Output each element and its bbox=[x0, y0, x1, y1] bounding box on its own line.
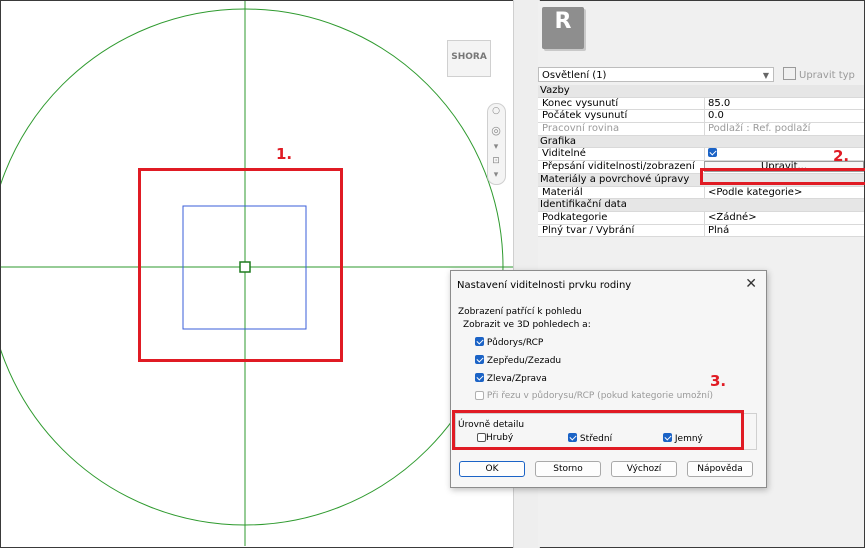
visible-checkbox[interactable] bbox=[708, 148, 717, 158]
property-value[interactable]: 85.0 bbox=[704, 97, 865, 110]
default-button[interactable]: Výchozí bbox=[611, 461, 677, 477]
property-row[interactable]: Podkategorie <Žádné> bbox=[538, 211, 865, 225]
view-cube-label: SHORA bbox=[451, 52, 487, 62]
checkbox-plan[interactable]: Půdorys/RCP bbox=[475, 337, 543, 348]
dialog-title: Nastavení viditelnosti prvku rodiny bbox=[457, 280, 632, 291]
property-label: Plný tvar / Vybrání bbox=[542, 224, 635, 236]
highlight-box-2 bbox=[700, 168, 865, 185]
property-value[interactable]: <Podle kategorie> bbox=[704, 186, 865, 199]
property-category-label: Grafika bbox=[540, 135, 577, 147]
property-row[interactable]: Pracovní rovina Podlaží : Ref. podlaží bbox=[538, 123, 864, 136]
checkbox-left-right-label: Zleva/Zprava bbox=[486, 374, 547, 384]
chevron-down-icon: ▼ bbox=[762, 71, 769, 80]
property-row[interactable]: Plný tvar / Vybrání Plná bbox=[538, 224, 865, 238]
checkbox-cut-label: Při řezu v půdorysu/RCP (pokud kategorie… bbox=[486, 391, 713, 401]
property-label: Podkategorie bbox=[542, 211, 608, 223]
property-row[interactable]: Konec vysunutí 85.0 bbox=[538, 97, 865, 111]
close-nav-icon[interactable]: ○ bbox=[491, 106, 501, 116]
property-label: Přepsání viditelnosti/zobrazení bbox=[542, 161, 695, 173]
checkbox-front-back-label: Zepředu/Zezadu bbox=[486, 356, 562, 366]
property-label: Počátek vysunutí bbox=[542, 110, 628, 122]
close-icon[interactable]: ✕ bbox=[745, 276, 757, 292]
type-selector[interactable]: Osvětlení (1) ▼ bbox=[538, 67, 774, 82]
dropdown-icon-2[interactable]: ▾ bbox=[491, 170, 501, 180]
checkbox-cut-box bbox=[475, 391, 484, 400]
property-category: Identifikační data bbox=[538, 199, 864, 212]
highlight-box-3 bbox=[452, 410, 744, 450]
property-value[interactable]: Plná bbox=[704, 224, 865, 237]
checkbox-cut-in-plan: Při řezu v půdorysu/RCP (pokud kategorie… bbox=[475, 391, 713, 401]
view-cube[interactable]: SHORA bbox=[447, 40, 491, 77]
checkbox-plan-label: Půdorys/RCP bbox=[486, 338, 544, 348]
property-value[interactable]: <Žádné> bbox=[704, 211, 865, 224]
checkbox-left-right[interactable]: Zleva/Zprava bbox=[475, 373, 547, 384]
navigation-bar[interactable]: ○ ◎ ▾ ⊡ ▾ bbox=[487, 103, 506, 185]
edit-type-button[interactable]: Upravit typ bbox=[783, 67, 855, 83]
revit-logo: R bbox=[542, 7, 584, 49]
type-selector-value: Osvětlení (1) bbox=[542, 70, 607, 81]
property-row[interactable]: Materiál <Podle kategorie> bbox=[538, 186, 865, 200]
property-value: Podlaží : Ref. podlaží bbox=[704, 123, 865, 135]
property-category-label: Materiály a povrchové úpravy bbox=[540, 173, 690, 185]
annotation-number-2: 2. bbox=[833, 147, 850, 165]
steering-wheel-icon[interactable]: ◎ bbox=[491, 125, 501, 136]
property-category: Vazby bbox=[538, 85, 864, 98]
property-label: Viditelné bbox=[542, 148, 586, 160]
property-category-label: Identifikační data bbox=[540, 199, 627, 211]
property-row[interactable]: Viditelné bbox=[538, 148, 864, 162]
property-label: Pracovní rovina bbox=[542, 123, 620, 135]
zoom-icon[interactable]: ⊡ bbox=[491, 156, 501, 166]
annotation-number-3: 3. bbox=[710, 372, 727, 390]
checkbox-left-right-box[interactable] bbox=[475, 373, 484, 382]
highlight-box-1 bbox=[138, 168, 343, 362]
logo-letter: R bbox=[554, 9, 572, 34]
property-category-label: Vazby bbox=[540, 85, 570, 96]
checkbox-front-back-box[interactable] bbox=[475, 355, 484, 364]
property-value[interactable]: 0.0 bbox=[704, 110, 865, 123]
3d-views-label: Zobrazit ve 3D pohledech a: bbox=[463, 320, 591, 330]
property-row[interactable]: Počátek vysunutí 0.0 bbox=[538, 110, 865, 124]
edit-type-icon bbox=[783, 67, 796, 80]
property-label: Materiál bbox=[542, 186, 583, 198]
cancel-button[interactable]: Storno bbox=[535, 461, 601, 477]
checkbox-plan-box[interactable] bbox=[475, 337, 484, 346]
edit-type-label: Upravit typ bbox=[799, 70, 855, 81]
checkbox-front-back[interactable]: Zepředu/Zezadu bbox=[475, 355, 561, 366]
annotation-number-1: 1. bbox=[276, 145, 293, 163]
view-specific-label: Zobrazení patřící k pohledu bbox=[458, 307, 582, 317]
help-button[interactable]: Nápověda bbox=[687, 461, 753, 477]
properties-table: Vazby Konec vysunutí 85.0 Počátek vysunutí 0… bbox=[538, 85, 865, 238]
property-label: Konec vysunutí bbox=[542, 97, 619, 109]
ok-button[interactable]: OK bbox=[459, 461, 525, 477]
dropdown-icon[interactable]: ▾ bbox=[491, 142, 501, 152]
property-category: Grafika bbox=[538, 135, 864, 149]
